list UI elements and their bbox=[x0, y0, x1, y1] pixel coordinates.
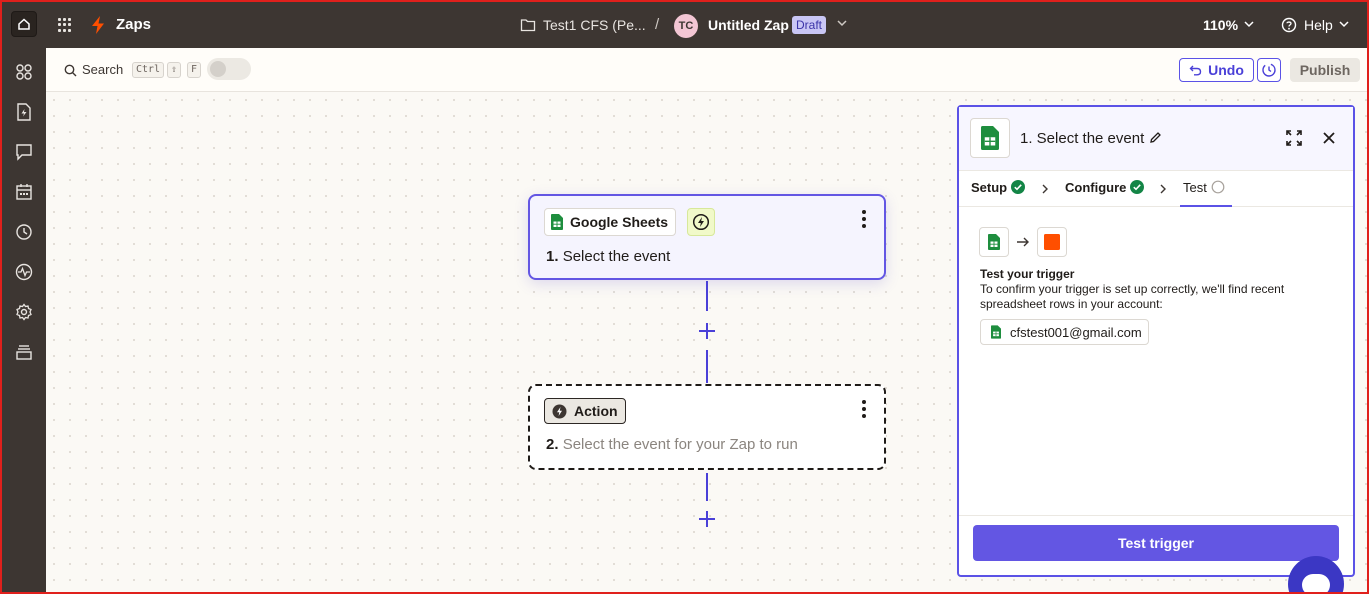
shortcut-key-ctrl: Ctrl bbox=[132, 62, 165, 78]
chevron-down-icon[interactable] bbox=[1243, 20, 1255, 28]
panel-title: 1. Select the event bbox=[1020, 130, 1145, 147]
chevron-down-icon[interactable] bbox=[1338, 20, 1350, 28]
undo-label: Undo bbox=[1208, 62, 1244, 78]
connector-line bbox=[706, 281, 708, 311]
calendar-icon[interactable] bbox=[14, 182, 34, 202]
shortcut-key-shift: ⇧ bbox=[167, 62, 182, 78]
connector-line bbox=[706, 473, 708, 501]
zap-file-icon[interactable] bbox=[14, 102, 34, 122]
zoom-level[interactable]: 110% bbox=[1203, 17, 1238, 33]
plus-icon bbox=[699, 323, 715, 339]
help-icon[interactable] bbox=[1281, 17, 1297, 33]
undo-button[interactable]: Undo bbox=[1179, 58, 1254, 82]
step-details-panel: 1. Select the event Setup Configure Test… bbox=[957, 105, 1355, 577]
zap-name[interactable]: Untitled Zap bbox=[708, 17, 789, 33]
folder-icon bbox=[520, 19, 536, 32]
bolt-circle-icon bbox=[552, 404, 567, 418]
archive-icon[interactable] bbox=[14, 342, 34, 362]
home-button[interactable] bbox=[11, 11, 37, 37]
help-menu[interactable]: Help bbox=[1304, 17, 1333, 33]
zapier-square-icon bbox=[1044, 234, 1060, 250]
bolt-circle-icon bbox=[692, 213, 710, 231]
check-circle-icon bbox=[1130, 180, 1145, 194]
settings-icon[interactable] bbox=[14, 302, 34, 322]
editor-toolbar: Search Ctrl ⇧ F Undo Publish bbox=[46, 48, 1367, 92]
chat-icon[interactable] bbox=[14, 142, 34, 162]
panel-tabs: Setup Configure Test bbox=[959, 171, 1353, 207]
connected-account[interactable]: cfstest001@gmail.com bbox=[980, 319, 1149, 345]
app-chip-label: Google Sheets bbox=[570, 214, 669, 230]
app-switcher-icon[interactable] bbox=[58, 18, 72, 32]
avatar[interactable]: TC bbox=[674, 14, 698, 38]
app-chip-label: Action bbox=[574, 403, 618, 419]
add-step-button[interactable] bbox=[697, 509, 717, 529]
app-chip-google-sheets[interactable]: Google Sheets bbox=[544, 208, 677, 236]
add-step-button[interactable] bbox=[697, 321, 717, 341]
zapier-app-icon bbox=[1037, 227, 1067, 257]
breadcrumb-separator: / bbox=[655, 16, 660, 33]
step-title: 2. Select the event for your Zap to run bbox=[546, 436, 798, 453]
panel-header: 1. Select the event bbox=[959, 107, 1353, 171]
timer-icon bbox=[1262, 63, 1276, 77]
apps-grid-icon[interactable] bbox=[14, 62, 34, 82]
tab-test[interactable]: Test bbox=[1180, 180, 1232, 207]
plus-icon bbox=[699, 511, 715, 527]
connector-line bbox=[706, 350, 708, 383]
panel-app-icon bbox=[970, 118, 1010, 158]
check-circle-icon bbox=[1011, 180, 1026, 194]
test-trigger-button[interactable]: Test trigger bbox=[973, 525, 1339, 561]
step-card-trigger[interactable]: Google Sheets 1. Select the event bbox=[528, 194, 886, 280]
search-button[interactable]: Search bbox=[82, 62, 123, 77]
search-icon[interactable] bbox=[64, 64, 77, 77]
tab-setup[interactable]: Setup bbox=[971, 180, 1026, 207]
chevron-right-icon bbox=[1042, 184, 1048, 194]
google-sheets-icon bbox=[551, 214, 563, 230]
test-heading: Test your trigger bbox=[980, 267, 1075, 281]
app-chip-action[interactable]: Action bbox=[544, 398, 626, 424]
pencil-icon[interactable] bbox=[1149, 131, 1162, 144]
activity-icon[interactable] bbox=[14, 262, 34, 282]
trigger-bolt-badge bbox=[687, 208, 715, 236]
source-app-icon bbox=[979, 227, 1009, 257]
undo-icon bbox=[1189, 65, 1202, 76]
step-title: 1. Select the event bbox=[546, 248, 671, 265]
zap-bolt-icon bbox=[92, 16, 104, 34]
shortcut-key-f: F bbox=[187, 62, 202, 78]
step-menu-icon[interactable] bbox=[862, 210, 866, 228]
tab-configure[interactable]: Configure bbox=[1065, 180, 1145, 207]
app-flow bbox=[979, 227, 1067, 257]
chevron-down-icon[interactable] bbox=[836, 19, 848, 27]
left-sidebar bbox=[0, 48, 46, 594]
account-email: cfstest001@gmail.com bbox=[1010, 324, 1142, 340]
close-icon[interactable] bbox=[1321, 130, 1337, 146]
publish-button[interactable]: Publish bbox=[1290, 58, 1360, 82]
step-menu-icon[interactable] bbox=[862, 400, 866, 418]
status-badge: Draft bbox=[792, 16, 827, 34]
version-history-button[interactable] bbox=[1257, 58, 1281, 82]
google-sheets-icon bbox=[981, 126, 999, 150]
folder-breadcrumb[interactable]: Test1 CFS (Pe... bbox=[543, 17, 646, 33]
history-icon[interactable] bbox=[14, 222, 34, 242]
test-description: To confirm your trigger is set up correc… bbox=[980, 282, 1285, 311]
home-icon bbox=[18, 18, 30, 30]
app-title[interactable]: Zaps bbox=[116, 16, 151, 33]
google-sheets-icon bbox=[988, 234, 1000, 250]
chevron-right-icon bbox=[1160, 184, 1166, 194]
pending-circle-icon bbox=[1211, 180, 1225, 194]
expand-icon[interactable] bbox=[1285, 129, 1303, 147]
toolbar-toggle[interactable] bbox=[207, 58, 251, 80]
step-card-action[interactable]: Action 2. Select the event for your Zap … bbox=[528, 384, 886, 470]
chat-bubble-icon bbox=[1302, 574, 1330, 594]
google-sheets-icon bbox=[991, 325, 1001, 339]
arrow-right-icon bbox=[1017, 237, 1029, 247]
top-bar: Zaps Test1 CFS (Pe... / TC Untitled Zap … bbox=[0, 0, 1369, 48]
